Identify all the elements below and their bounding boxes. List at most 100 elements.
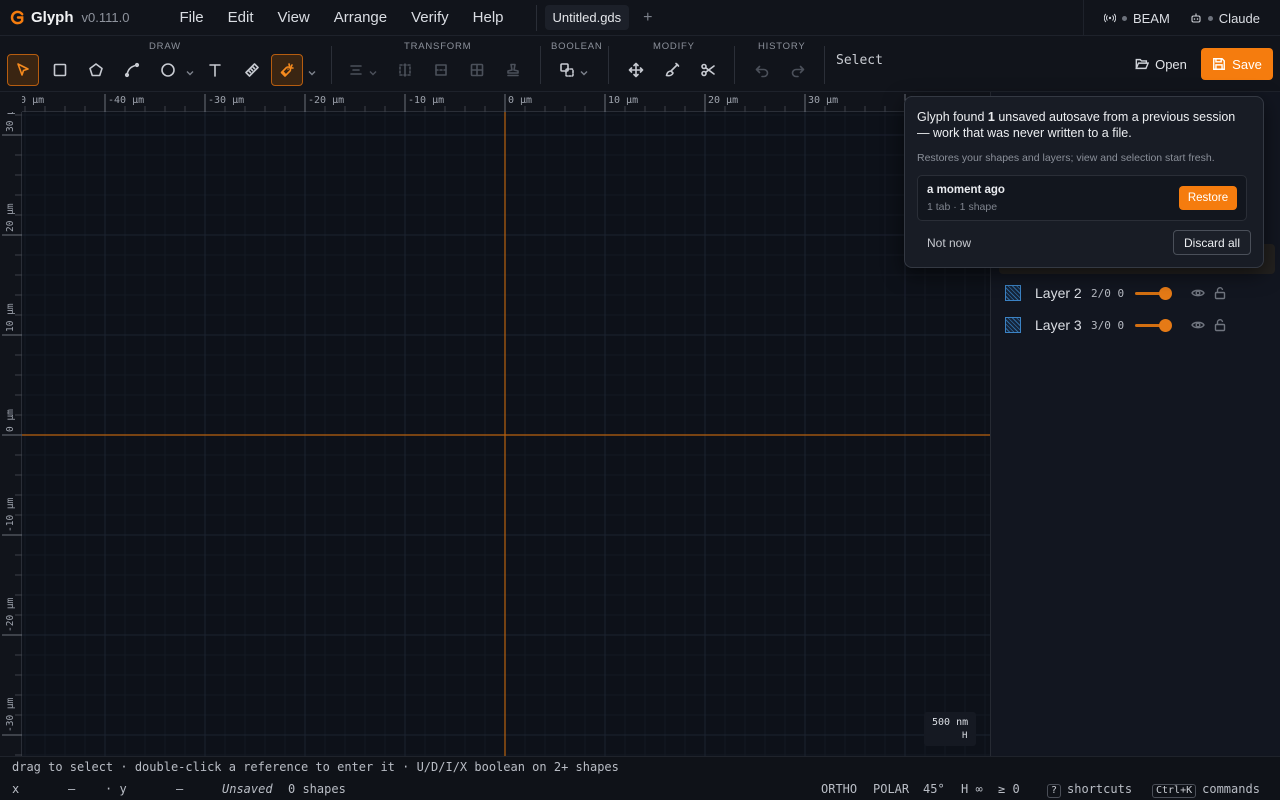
ruler-y-tick-label: 20 µm	[5, 203, 16, 232]
text-tool-button[interactable]	[199, 54, 231, 86]
redo-icon	[791, 65, 805, 78]
unlock-icon[interactable]	[1213, 286, 1227, 300]
app-logo: Glyph v0.111.0	[10, 9, 129, 26]
toolbar: DRAW TRANSFORM BOOLEAN MODIFY HISTORY Se…	[0, 36, 1280, 92]
ruler-x-tick-label: -30 µm	[208, 95, 244, 106]
flip-vertical-button[interactable]	[425, 54, 457, 86]
open-button[interactable]: Open	[1126, 48, 1196, 80]
ruler-y-tick-label: -30 µm	[5, 697, 16, 732]
ruler-tool-button[interactable]	[236, 54, 268, 86]
not-now-button[interactable]: Not now	[917, 231, 981, 255]
flip-horizontal-button[interactable]	[389, 54, 421, 86]
move-arrows-icon	[628, 62, 644, 78]
ruler-y-tick-label: -20 µm	[5, 597, 16, 632]
bezier-path-icon	[124, 62, 140, 78]
circle-tool-button[interactable]	[152, 54, 184, 86]
path-tool-button[interactable]	[116, 54, 148, 86]
move-button[interactable]	[620, 54, 652, 86]
toolbar-divider	[608, 46, 609, 84]
tab-untitled-gds[interactable]: Untitled.gds	[544, 5, 630, 30]
select-tool-button[interactable]	[7, 54, 39, 86]
polar-angle[interactable]: 45°	[923, 782, 945, 796]
layer-row[interactable]: Layer 3 3/0 0	[999, 310, 1275, 340]
connection-status-area: BEAM Claude	[1082, 0, 1280, 36]
beam-connection[interactable]: BEAM	[1103, 10, 1170, 26]
menu-edit[interactable]: Edit	[228, 9, 254, 26]
group-label-history: HISTORY	[758, 41, 806, 52]
cursor-arrow-icon	[17, 63, 29, 76]
eye-icon[interactable]	[1191, 286, 1205, 300]
commands-button[interactable]: Ctrl+K commands	[1152, 782, 1260, 798]
redo-button[interactable]	[782, 54, 814, 86]
ruler-y-tick-label: 0 µm	[5, 409, 16, 432]
menubar: Glyph v0.111.0 File Edit View Arrange Ve…	[0, 0, 1280, 36]
status-dot-icon	[1121, 15, 1127, 21]
circle-options-chevron-down-icon[interactable]	[186, 65, 194, 76]
document-state: Unsaved	[222, 782, 273, 796]
ruler-x-tick-label: 20 µm	[708, 95, 738, 106]
hierarchy-depth[interactable]: H ∞	[961, 782, 983, 796]
add-tab-button[interactable]: +	[643, 9, 652, 27]
session-meta: 1 tab · 1 shape	[927, 201, 998, 213]
group-label-draw: DRAW	[149, 41, 181, 52]
ruler-x-tick-label: 30 µm	[808, 95, 838, 106]
paint-layer-button[interactable]	[656, 54, 688, 86]
ortho-toggle[interactable]: ORTHO	[821, 782, 857, 796]
polar-toggle[interactable]: POLAR	[873, 782, 909, 796]
horizontal-ruler[interactable]: -50 µm -40 µm -30 µm -20 µm -10 µm 0 µm 10 µm 2…	[0, 92, 990, 112]
align-button[interactable]	[340, 54, 372, 86]
vertical-ruler[interactable]: 30 µm20 µm10 µm0 µm-10 µm-20 µm-30 µm	[0, 92, 22, 756]
layer-row[interactable]: Layer 2 2/0 0	[999, 278, 1275, 308]
menu-help[interactable]: Help	[473, 9, 504, 26]
rectangle-tool-button[interactable]	[44, 54, 76, 86]
snap-magnet-button[interactable]	[271, 54, 303, 86]
align-center-icon	[350, 65, 362, 75]
eye-icon[interactable]	[1191, 318, 1205, 332]
layout-canvas[interactable]: -50 µm -40 µm -30 µm -20 µm -10 µm 0 µm 10 µm 2…	[0, 92, 990, 756]
group-label-transform: TRANSFORM	[404, 41, 472, 52]
shortcuts-button[interactable]: ? shortcuts	[1047, 782, 1132, 798]
app-version: v0.111.0	[81, 10, 130, 25]
layer-opacity-slider[interactable]	[1135, 287, 1172, 300]
layer-number: 3/0 0	[1091, 318, 1125, 332]
menu-arrange[interactable]: Arrange	[334, 9, 387, 26]
discard-all-button[interactable]: Discard all	[1173, 230, 1251, 255]
layer-number: 2/0 0	[1091, 286, 1125, 300]
save-button[interactable]: Save	[1201, 48, 1273, 80]
layer-fill-swatch[interactable]	[1005, 285, 1021, 301]
pentagon-icon	[89, 63, 103, 77]
unlock-icon[interactable]	[1213, 318, 1227, 332]
rectangle-icon	[53, 63, 67, 77]
ruler-x-tick-label: -20 µm	[308, 95, 344, 106]
beam-label: BEAM	[1132, 10, 1170, 26]
circle-icon	[161, 63, 175, 77]
snap-threshold[interactable]: ≥ 0	[998, 782, 1020, 796]
autosave-count: 1	[987, 110, 995, 124]
hint-bar: drag to select · double-click a referenc…	[0, 756, 1280, 778]
boolean-ops-button[interactable]	[551, 54, 583, 86]
flip-vertical-icon	[435, 64, 447, 76]
menu-divider	[535, 4, 537, 31]
menu-file[interactable]: File	[179, 9, 203, 26]
polygon-tool-button[interactable]	[80, 54, 112, 86]
grid-array-icon	[470, 63, 484, 77]
stamp-button[interactable]	[497, 54, 529, 86]
layer-fill-swatch[interactable]	[1005, 317, 1021, 333]
snap-options-chevron-down-icon[interactable]	[308, 65, 316, 76]
menu-verify[interactable]: Verify	[411, 9, 449, 26]
robot-icon	[1191, 13, 1201, 23]
align-options-chevron-down-icon[interactable]	[369, 65, 377, 76]
cursor-y-value: —	[176, 782, 184, 796]
menu-bar: File Edit View Arrange Verify Help	[179, 9, 527, 26]
claude-connection[interactable]: Claude	[1190, 11, 1260, 26]
boolean-options-chevron-down-icon[interactable]	[580, 65, 588, 76]
layer-opacity-slider[interactable]	[1135, 319, 1172, 332]
scale-bar-glyph: H	[962, 731, 968, 741]
cut-button[interactable]	[692, 54, 724, 86]
array-button[interactable]	[461, 54, 493, 86]
menu-view[interactable]: View	[278, 9, 310, 26]
restore-button[interactable]: Restore	[1179, 186, 1237, 210]
ruler-x-tick-label: -10 µm	[408, 95, 444, 106]
undo-button[interactable]	[746, 54, 778, 86]
app-name: Glyph	[31, 9, 74, 26]
